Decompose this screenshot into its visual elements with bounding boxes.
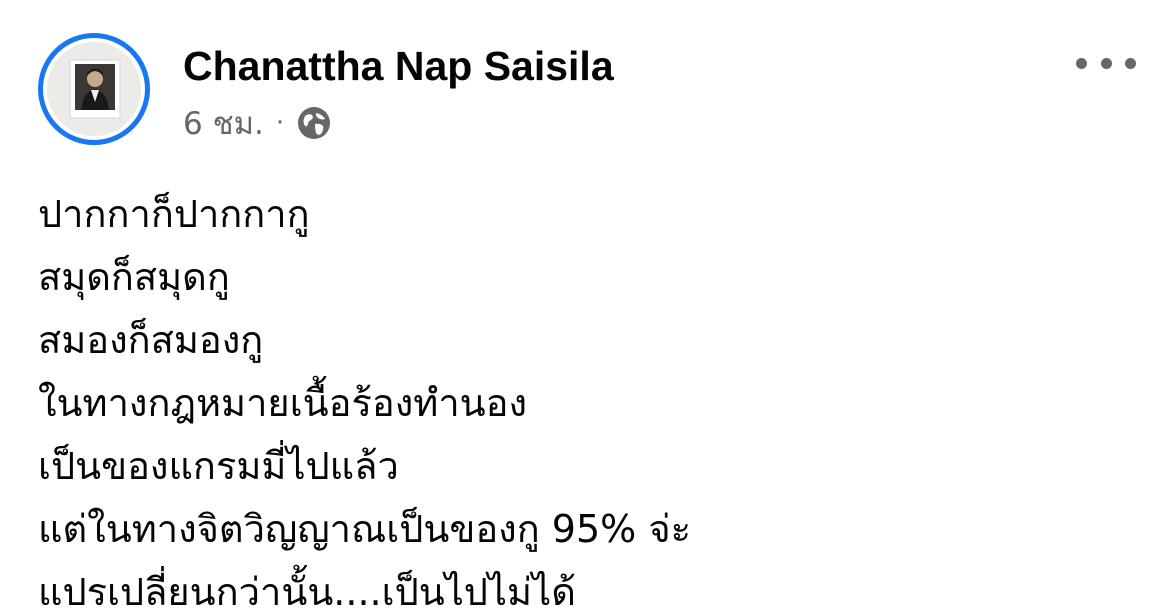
author-name[interactable]: Chanattha Nap Saisila <box>183 40 614 92</box>
globe-icon[interactable] <box>296 105 332 141</box>
more-options-icon[interactable] <box>1076 46 1136 80</box>
meta-separator: · <box>275 108 285 138</box>
more-dot <box>1125 57 1136 69</box>
post-text-line: แปรเปลี่ยนกว่านั้น....เป็นไปไม่ได้ <box>38 570 576 613</box>
post-body: ปากกาก็ปากกากู สมุดก็สมุดกู สมองก็สมองกู… <box>38 183 1148 613</box>
avatar-image <box>47 42 141 136</box>
more-dot <box>1100 57 1112 69</box>
post-meta: 6 ชม. · <box>183 100 332 146</box>
avatar[interactable] <box>38 33 150 145</box>
post-text-line: สมองก็สมองกู <box>38 318 264 362</box>
post-text-line: เป็นของแกรมมี่ไปแล้ว <box>38 444 399 488</box>
facebook-post: Chanattha Nap Saisila 6 ชม. · ปากกาก็ปาก… <box>0 0 1170 613</box>
avatar-photo <box>47 42 141 136</box>
post-text-line: ในทางกฎหมายเนื้อร้องทำนอง <box>38 381 528 425</box>
post-text-line: ปากกาก็ปากกากู <box>38 192 310 236</box>
more-dot <box>1076 57 1087 69</box>
post-text-line: แต่ในทางจิตวิญญาณเป็นของกู 95% จ่ะ <box>38 507 692 551</box>
post-text-line: สมุดก็สมุดกู <box>38 255 230 299</box>
post-timestamp[interactable]: 6 ชม. <box>183 98 264 148</box>
